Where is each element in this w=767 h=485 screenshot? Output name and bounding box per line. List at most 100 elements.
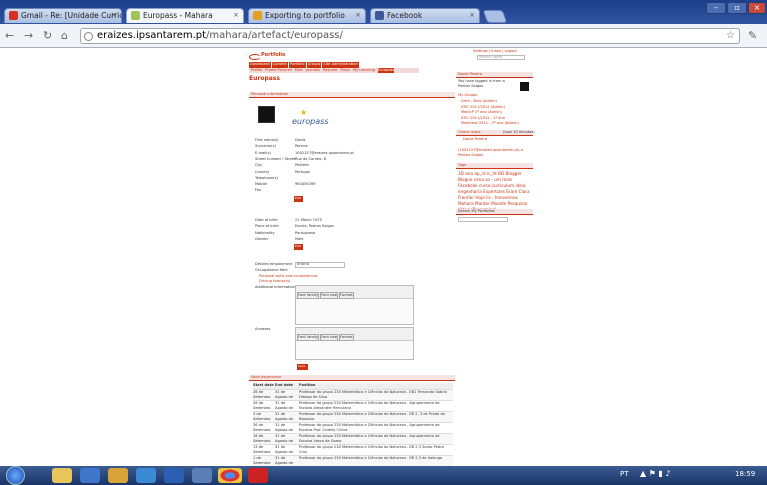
taskbar-media-icon[interactable] [80, 468, 100, 483]
taskbar-acrobat-icon[interactable] [248, 468, 268, 483]
column-header: End date [275, 383, 293, 387]
field-label: Country [255, 169, 270, 174]
taskbar-explorer-icon[interactable] [52, 468, 72, 483]
font-size-select[interactable]: Font size [320, 292, 338, 299]
forward-icon[interactable]: → [24, 29, 33, 42]
field-value: 21 March 1975 [295, 218, 322, 222]
start-button[interactable] [6, 466, 25, 485]
tab-gmail[interactable]: Gmail - Re: [Unidade Curric × [4, 8, 122, 23]
taskbar-chrome-icon[interactable] [218, 468, 242, 483]
field-label: Gender [255, 236, 269, 241]
field-label: Fax [255, 188, 262, 193]
language-indicator[interactable]: PT [620, 470, 629, 478]
taskbar-word-icon[interactable] [164, 468, 184, 483]
close-icon[interactable]: × [469, 9, 475, 22]
online-title: Online users [458, 130, 481, 134]
tab-europass[interactable]: Europass - Mahara × [126, 8, 244, 23]
editor-font-controls: Font family Font size Format [297, 334, 354, 341]
sidebar-user-title[interactable]: David Pereira [458, 72, 482, 77]
editor-font-controls: Font family Font size Format [297, 292, 354, 299]
tag-cloud[interactable]: 3D ana ap_ct ic_ht BD Blogger Blogue cen… [458, 171, 530, 213]
subnav-profile[interactable]: Profile [251, 68, 262, 73]
sidebar-item-group[interactable]: MedicP 1º ano (Admin) [461, 110, 502, 115]
avatar [258, 106, 275, 123]
sidebar-item-group[interactable]: Mestrado 2011 - 2º ano (Admin) [461, 121, 519, 126]
taskbar-app-icon[interactable] [192, 468, 212, 483]
toolbar: ← → ↻ ⌂ eraizes.ipsantarem.pt/mahara/art… [0, 24, 767, 48]
table-row: 16 de Setembro de 200531 de Agosto de 20… [253, 433, 453, 448]
subnav-journals[interactable]: Journals [306, 68, 320, 73]
font-size-select[interactable]: Font size [320, 334, 338, 341]
driving-link[interactable]: Driving license(s) [259, 279, 290, 284]
logged-text: You have logged in from a Pedras Salgas [458, 79, 505, 88]
table-row: 13 de Setembro de 200631 de Agosto de 20… [253, 444, 453, 459]
subnav-learning[interactable]: My Learning [353, 68, 375, 73]
sidebar-item-group[interactable]: ATIC 2011/2012 - 1º ano [461, 116, 505, 121]
minimize-button[interactable]: – [706, 2, 726, 14]
mahara-icon [131, 11, 140, 20]
facebook-icon [375, 11, 384, 20]
save-button[interactable]: Save [297, 364, 308, 370]
close-icon[interactable]: × [111, 9, 117, 22]
reload-icon[interactable]: ↻ [43, 29, 52, 42]
subnav-pictures[interactable]: Profile Pictures [265, 68, 292, 73]
sidebar-item-group[interactable]: ATIC 2011/2012 (Admin) [461, 105, 505, 110]
taskbar-ie-icon[interactable] [136, 468, 156, 483]
user-links[interactable]: Settings | Inbox | Logout [473, 49, 517, 54]
europass-logo: ★ europass [292, 108, 329, 126]
table-row: 26 de Setembro de 200131 de Agosto de 20… [253, 389, 453, 404]
close-window-button[interactable]: × [748, 2, 766, 14]
field-value: 963456789 [295, 182, 316, 187]
sidebar-avatar [520, 82, 529, 91]
font-family-select[interactable]: Font family [297, 334, 320, 341]
tray-icons[interactable]: ▲ ⚑ ▮ ♪ [640, 469, 670, 478]
format-select[interactable]: Format [339, 334, 354, 341]
maximize-button[interactable]: ▫ [727, 2, 747, 14]
mahara-page: Portfolio Settings | Inbox | Logout Sear… [245, 48, 535, 466]
subnav-resume[interactable]: Resume [323, 68, 337, 73]
sidebar-item-group[interactable]: Urfm - Braz (Admin) [461, 99, 497, 104]
additional-label: Additional information [255, 285, 295, 289]
subnav-files[interactable]: Files [295, 68, 303, 73]
search-portfolios-input[interactable] [458, 217, 508, 222]
subnav-plans[interactable]: Plans [340, 68, 350, 73]
cell-position: Professor do grupo 230 Matemática e Ciên… [299, 423, 440, 432]
field-label: Street number / Street [255, 156, 296, 161]
field-label: Surname(s) [255, 144, 276, 149]
home-icon[interactable]: ⌂ [61, 29, 68, 42]
cell-end: 31 de Agosto de 2008 [275, 456, 294, 465]
new-tab-button[interactable] [482, 10, 508, 23]
field-value: Male [295, 236, 304, 241]
font-family-select[interactable]: Font family [297, 292, 320, 299]
additional-editor[interactable] [295, 285, 414, 325]
address-bar[interactable]: eraizes.ipsantarem.pt/mahara/artefact/eu… [80, 28, 740, 44]
cell-position: Professor do grupo 230 Matemática e Ciên… [299, 456, 443, 460]
edit-button-1[interactable]: Edit [294, 196, 303, 202]
section-personal-title: Personal information [251, 92, 289, 96]
subnav-europass[interactable]: Europass [377, 68, 395, 73]
field-label: Telephone(s) [255, 175, 278, 180]
close-icon[interactable]: × [355, 9, 361, 22]
field-value: Portuguese [295, 230, 316, 235]
tab-facebook[interactable]: Facebook × [370, 8, 480, 23]
page-title: Europass [249, 75, 280, 82]
groups-title: My Groups [458, 93, 478, 97]
taskbar-folder-icon[interactable] [108, 468, 128, 483]
wrench-icon[interactable]: ✎ [748, 29, 757, 42]
online-user[interactable]: David Pereira [463, 137, 487, 142]
star-icon[interactable]: ☆ [726, 29, 735, 43]
tab-title: Europass - Mahara [143, 11, 213, 20]
format-select[interactable]: Format [339, 292, 354, 299]
edit-button-2[interactable]: Edit [294, 244, 303, 250]
annexes-label: Annexes [255, 327, 271, 331]
close-icon[interactable]: × [233, 9, 239, 22]
back-icon[interactable]: ← [5, 29, 14, 42]
field-value: Pereira [295, 144, 308, 149]
tab-exporting[interactable]: Exporting to portfolio × [248, 8, 366, 23]
field-label: E-mail(s) [255, 150, 271, 155]
table-row: 26 de Setembro de 200431 de Agosto de 20… [253, 422, 453, 437]
annexes-editor[interactable] [295, 327, 414, 360]
mahara-logo[interactable]: Portfolio [249, 51, 289, 61]
table-row: 1 de Setembro de 2007 31 de Agosto de 200… [253, 455, 453, 466]
desired-label: Desired employment [255, 262, 293, 266]
